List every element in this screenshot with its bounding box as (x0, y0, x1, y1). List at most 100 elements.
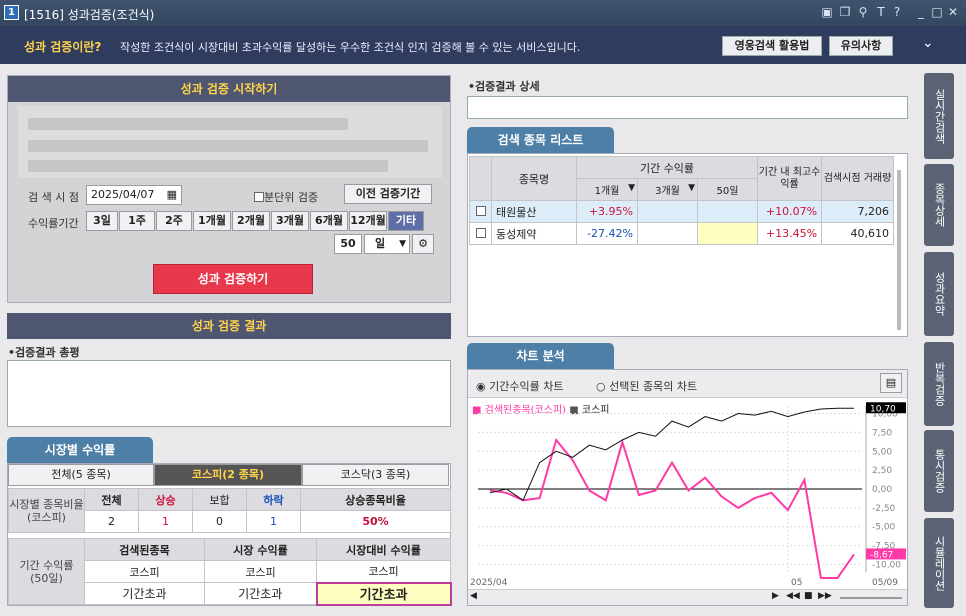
expired-3: 기간초과 (315, 581, 452, 606)
period-button-3[interactable]: 1개월 (193, 211, 231, 231)
val-total: 2 (84, 510, 139, 533)
maximize-icon[interactable]: □ (930, 5, 944, 19)
start-panel: 성과 검증 시작하기 검 색 시 점 2025/04/07 ▦ 분단위 검증 이전… (7, 75, 451, 303)
scrollbar[interactable] (897, 170, 901, 330)
period-button-2[interactable]: 2주 (156, 211, 192, 231)
days-input[interactable]: 50 (334, 234, 362, 254)
minute-verify[interactable]: 분단위 검증 (254, 189, 318, 205)
chart-scrollbar[interactable]: ◀ ▶ ◀◀ ■ ▶▶ (468, 589, 907, 605)
expired-1: 기간초과 (84, 582, 205, 605)
minute-checkbox[interactable] (254, 192, 264, 202)
max-return: +10.07% (757, 200, 823, 223)
gear-icon[interactable]: ⚙ (412, 234, 434, 254)
summary-label: •검증결과 총평 (8, 346, 80, 359)
period-button-4[interactable]: 2개월 (232, 211, 270, 231)
calendar-icon[interactable]: ▦ (167, 186, 177, 204)
condition-area (18, 106, 442, 178)
run-verify-button[interactable]: 성과 검증하기 (153, 264, 313, 294)
y-tick-label: 5,00 (872, 447, 892, 457)
period-row-label: 기간 수익률 (50일) (8, 538, 85, 605)
sidebar-item-3[interactable]: 반복검증 (924, 342, 954, 426)
title-bar: 1 [1516] 성과검증(조건식) ▣ ❐ ⚲ T ? _ □ ✕ (0, 0, 966, 26)
summary-box (7, 360, 451, 427)
market-ratio-table: 시장별 종목비율 (코스피) 전체 상승 보합 하락 상승종목비율 2 1 0 … (8, 488, 451, 533)
subtab-all[interactable]: 전체(5 종목) (8, 464, 154, 486)
period-button-1[interactable]: 1주 (119, 211, 155, 231)
table-row[interactable]: 태원물산 +3.95% +10.07% 7,206 (469, 200, 895, 223)
col-volume: 검색시점 거래량 (821, 156, 895, 201)
market-tab[interactable]: 시장별 수익률 (7, 437, 153, 463)
scroll-right-icon[interactable]: ▶ (772, 591, 779, 601)
period-return-table: 기간 수익률 (50일) 검색된종목 시장 수익률 시장대비 수익률 코스피 코스… (8, 538, 452, 606)
result-header: 성과 검증 결과 (7, 313, 451, 339)
close-icon[interactable]: ✕ (946, 5, 960, 19)
pin-icon[interactable]: ⚲ (856, 5, 870, 19)
series-line-0 (489, 437, 855, 579)
col-market-return: 시장 수익률 (204, 538, 317, 561)
col-up: 상승 (138, 488, 193, 511)
chevron-down-icon[interactable]: ▼ (628, 183, 635, 193)
stop-icon[interactable]: ■ (804, 591, 813, 601)
period-button-8[interactable]: 기타 (388, 211, 424, 231)
sidebar-item-0[interactable]: 실시간검색 (924, 73, 954, 159)
minimize-icon[interactable]: _ (914, 5, 928, 19)
subtab-kosdaq[interactable]: 코스닥(3 종목) (302, 464, 449, 486)
notice-button[interactable]: 유의사항 (829, 36, 893, 56)
series-line-1 (489, 407, 854, 502)
chart-tab[interactable]: 차트 분석 (467, 343, 614, 369)
market-name-2: 코스피 (204, 560, 317, 583)
period-button-0[interactable]: 3일 (86, 211, 118, 231)
font-icon[interactable]: T (874, 5, 888, 19)
window-icon[interactable]: ❐ (838, 5, 852, 19)
list-tab[interactable]: 검색 종목 리스트 (467, 127, 614, 153)
zoom-slider[interactable] (840, 597, 902, 599)
period-button-7[interactable]: 12개월 (349, 211, 387, 231)
col-50d: 50일 (696, 178, 759, 201)
x-label-start: 2025/04 (470, 578, 508, 588)
max-return: +13.45% (757, 222, 823, 245)
radio-stock-chart[interactable]: ○ 선택된 종목의 차트 (596, 378, 697, 394)
col-1m[interactable]: 1개월 ▼ (576, 178, 638, 201)
volume: 7,206 (821, 200, 895, 223)
forward-icon[interactable]: ▶▶ (818, 591, 832, 601)
period-button-6[interactable]: 6개월 (310, 211, 348, 231)
sidebar-item-4[interactable]: 통시검증 (924, 430, 954, 512)
radio-period-chart[interactable]: ◉ 기간수익률 차트 (476, 378, 563, 394)
row-checkbox[interactable] (475, 228, 486, 238)
col-excess-return: 시장대비 수익률 (316, 538, 451, 561)
detail-label: •검증결과 상세 (468, 80, 540, 93)
info-banner: 성과 검증이란? 작성한 조건식이 시장대비 초과수익률 달성하는 우수한 조건… (0, 26, 966, 64)
window-number-badge: 1 (4, 5, 19, 20)
last-value-searched: -8,67 (870, 550, 893, 560)
link-icon[interactable]: ▣ (820, 5, 834, 19)
sidebar-item-2[interactable]: 성과요약 (924, 252, 954, 336)
rewind-icon[interactable]: ◀◀ (786, 591, 800, 601)
market-name-1: 코스피 (84, 560, 205, 583)
help-icon[interactable]: ? (890, 5, 904, 19)
val-down: 1 (246, 510, 301, 533)
y-tick-label: 2,50 (872, 466, 892, 476)
banner-description: 작성한 조건식이 시장대비 초과수익률 달성하는 우수한 조건식 인지 검증해 … (120, 41, 581, 54)
days-unit-select[interactable]: 일 ▼ (364, 234, 410, 254)
prev-period-button[interactable]: 이전 검증기간 (344, 184, 432, 204)
col-3m[interactable]: 3개월 ▼ (637, 178, 698, 201)
chevron-down-icon[interactable]: ⌄ (922, 35, 934, 51)
window-title: [1516] 성과검증(조건식) (24, 8, 155, 22)
sidebar-item-1[interactable]: 종목상세 (924, 164, 954, 246)
col-down: 하락 (246, 488, 301, 511)
guide-button[interactable]: 영웅검색 활용법 (722, 36, 822, 56)
chevron-down-icon[interactable]: ▼ (688, 183, 695, 193)
sidebar-item-5[interactable]: 시뮬레이션 (924, 518, 954, 608)
subtab-kospi[interactable]: 코스피(2 종목) (154, 464, 302, 486)
last-value-kospi: 10,70 (870, 404, 896, 414)
period-button-5[interactable]: 3개월 (271, 211, 309, 231)
stock-name: 태원물산 (491, 200, 577, 223)
row-checkbox[interactable] (475, 206, 486, 216)
detail-box (467, 96, 908, 119)
date-input[interactable]: 2025/04/07 ▦ (86, 185, 182, 205)
chart-table-icon[interactable]: ▤ (880, 373, 902, 393)
scroll-left-icon[interactable]: ◀ (470, 591, 477, 601)
table-row[interactable]: 동성제약 -27.42% +13.45% 40,610 (469, 222, 895, 245)
chart-options: ◉ 기간수익률 차트 ○ 선택된 종목의 차트 ▤ (468, 370, 907, 398)
col-period-return: 기간 수익률 (575, 156, 759, 179)
